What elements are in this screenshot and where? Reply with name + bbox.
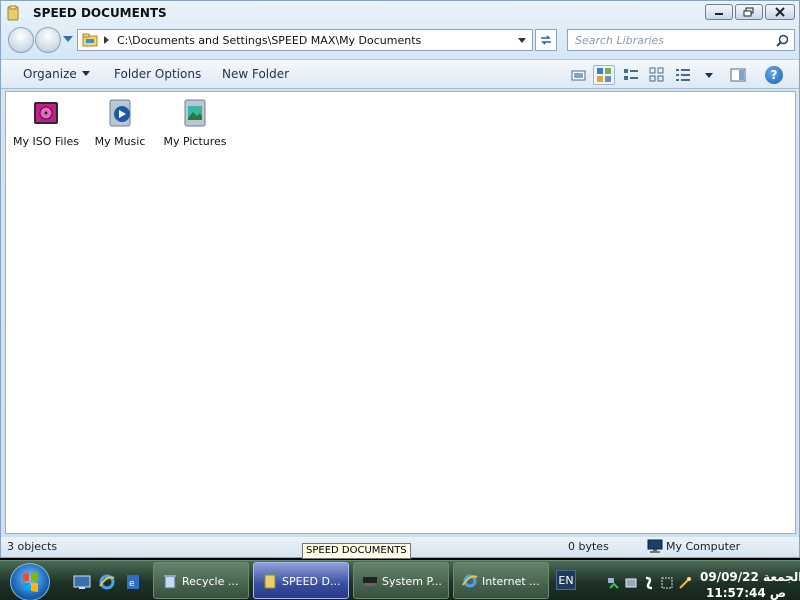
title-bar[interactable]: SPEED DOCUMENTS — [1, 1, 799, 25]
taskbar-item-internet-explorer[interactable]: Internet ... — [453, 562, 549, 599]
organize-label: Organize — [23, 67, 77, 81]
taskbar-item-system-properties[interactable]: System P... — [353, 562, 449, 599]
item-label: My ISO Files — [12, 135, 80, 148]
taskbar-item-label: System P... — [382, 575, 442, 588]
address-path[interactable]: C:\Documents and Settings\SPEED MAX\My D… — [117, 34, 421, 47]
close-icon — [775, 7, 785, 17]
taskbar: e Recycle ... SPEED D... System P... Int… — [0, 560, 800, 600]
safely-remove-icon[interactable] — [624, 576, 638, 590]
refresh-icon — [541, 35, 551, 45]
window-title: SPEED DOCUMENTS — [33, 6, 167, 20]
system-properties-icon — [363, 577, 377, 586]
restore-button[interactable] — [735, 4, 763, 20]
taskbar-item-label: Internet ... — [482, 575, 540, 588]
close-button[interactable] — [765, 4, 795, 20]
wand-icon[interactable] — [678, 576, 692, 590]
item-label: My Pictures — [163, 135, 227, 148]
clock-time[interactable]: ص 11:57:44 — [706, 586, 786, 600]
show-desktop-icon[interactable] — [73, 573, 91, 591]
list-item[interactable]: My Music — [82, 96, 158, 148]
total-size: 0 bytes — [568, 540, 609, 553]
outlook-icon[interactable]: e — [124, 573, 142, 591]
refresh-button[interactable] — [535, 29, 557, 51]
taskbar-item-label: SPEED D... — [282, 575, 341, 588]
preview-pane-icon[interactable] — [730, 67, 746, 83]
folder-location-icon — [82, 33, 98, 47]
folder-icon — [7, 5, 19, 21]
speaker-icon[interactable] — [660, 576, 674, 590]
music-folder-icon — [109, 99, 131, 127]
taskbar-tooltip: SPEED DOCUMENTS — [302, 543, 411, 559]
clock-date[interactable]: الجمعة 09/09/22 — [700, 570, 800, 584]
command-bar: Organize Folder Options New Folder ? — [1, 59, 799, 89]
search-input[interactable]: Search Libraries — [575, 34, 664, 47]
back-button[interactable] — [8, 27, 34, 53]
item-label: My Music — [94, 135, 146, 148]
network-icon[interactable] — [606, 576, 620, 590]
breadcrumb-arrow-icon[interactable] — [104, 36, 109, 44]
pictures-folder-icon — [184, 99, 206, 127]
navigation-bar: C:\Documents and Settings\SPEED MAX\My D… — [1, 27, 799, 55]
chevron-down-icon — [81, 71, 90, 76]
restore-icon — [743, 7, 754, 17]
list-item[interactable]: My ISO Files — [8, 96, 84, 148]
start-button[interactable] — [10, 563, 50, 600]
minimize-icon — [715, 13, 723, 15]
recent-pages-dropdown[interactable] — [63, 36, 73, 42]
location-label: My Computer — [666, 540, 741, 553]
recycle-bin-icon — [164, 575, 176, 589]
folder-icon — [264, 574, 276, 589]
object-count: 3 objects — [7, 540, 58, 553]
organize-menu[interactable]: Organize — [23, 67, 90, 81]
list-view-icon[interactable] — [623, 67, 639, 83]
iso-folder-icon — [34, 102, 58, 124]
windows-logo-icon — [23, 572, 38, 592]
details-view-icon[interactable] — [675, 67, 691, 83]
tiles-view-icon[interactable] — [649, 67, 665, 83]
preview-view-icon[interactable] — [571, 67, 587, 83]
folder-options-button[interactable]: Folder Options — [114, 67, 201, 81]
view-options-chevron-icon[interactable] — [705, 73, 713, 78]
security-icon[interactable] — [642, 576, 656, 590]
new-folder-button[interactable]: New Folder — [222, 67, 289, 81]
file-list[interactable]: My ISO Files My Music My Pictures — [5, 91, 796, 534]
internet-explorer-icon — [462, 574, 478, 588]
taskbar-item-label: Recycle ... — [182, 575, 239, 588]
address-dropdown-icon[interactable] — [518, 38, 526, 43]
help-icon[interactable]: ? — [765, 66, 783, 84]
large-icons-view-button[interactable] — [593, 65, 615, 85]
computer-icon — [647, 539, 663, 553]
list-item[interactable]: My Pictures — [157, 96, 233, 148]
forward-button[interactable] — [35, 27, 61, 53]
address-bar[interactable]: C:\Documents and Settings\SPEED MAX\My D… — [77, 29, 533, 51]
svg-text:e: e — [129, 579, 135, 589]
minimize-button[interactable] — [705, 4, 733, 20]
large-icons-view-icon — [597, 68, 611, 82]
internet-explorer-icon[interactable] — [98, 573, 116, 591]
taskbar-item-recycle-bin[interactable]: Recycle ... — [153, 562, 249, 599]
search-icon[interactable] — [776, 34, 789, 47]
search-box[interactable]: Search Libraries — [567, 29, 795, 51]
language-indicator[interactable]: EN — [556, 570, 576, 590]
taskbar-item-speed-documents[interactable]: SPEED D... — [253, 562, 349, 599]
explorer-window: SPEED DOCUMENTS C:\Documents and Setting… — [0, 0, 800, 558]
